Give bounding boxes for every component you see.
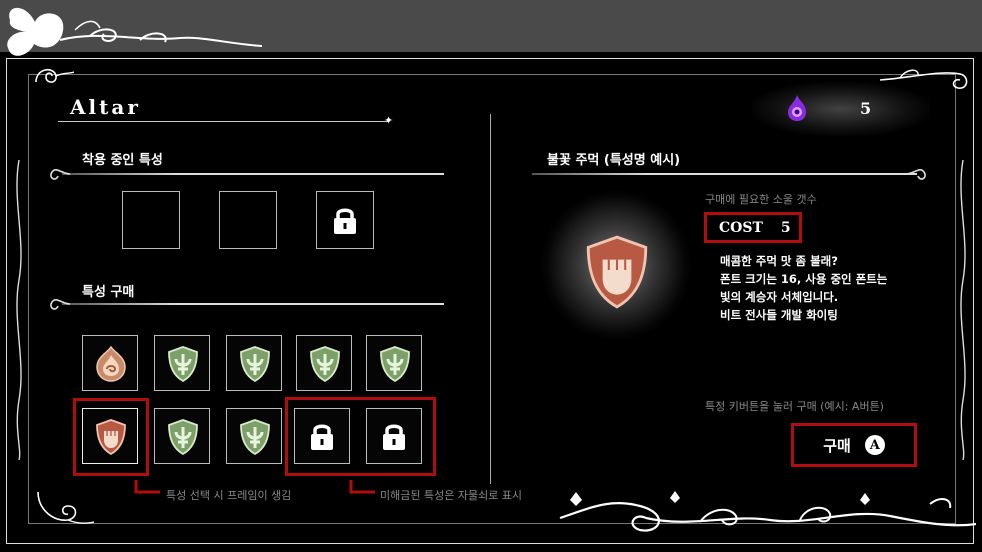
- trait-tile-shield[interactable]: [226, 408, 282, 464]
- trait-description-line: 매콤한 주먹 맛 좀 볼래?: [720, 254, 838, 268]
- trait-tile-shield[interactable]: [154, 335, 210, 391]
- equipped-slot-1[interactable]: [122, 191, 180, 249]
- equipped-slot-3-locked[interactable]: [316, 191, 374, 249]
- green-shield-icon: [240, 346, 270, 383]
- trait-tile-shield[interactable]: [366, 335, 422, 391]
- trait-tile-flame[interactable]: [82, 335, 138, 391]
- buy-button-label: 구매: [823, 436, 851, 455]
- green-shield-icon: [168, 346, 198, 383]
- trait-tile-fist-selected[interactable]: [82, 408, 138, 464]
- detail-section-divider: [532, 173, 917, 175]
- trait-description-line: 빛의 계승자 서체입니다.: [720, 290, 839, 304]
- currency-count: 5: [860, 99, 872, 118]
- locked-trait-note: 미해금된 특성은 자물쇠로 표시: [380, 489, 523, 502]
- lock-icon: [383, 424, 405, 450]
- title-underline: [58, 121, 388, 122]
- selected-frame-note: 특성 선택 시 프레임이 생김: [166, 489, 292, 502]
- green-shield-icon: [380, 346, 410, 383]
- cost-value: 5: [780, 219, 791, 236]
- lock-icon: [311, 424, 333, 450]
- buy-button[interactable]: 구매 A: [791, 423, 917, 467]
- trait-tile-shield[interactable]: [154, 408, 210, 464]
- trait-tile-shield[interactable]: [226, 335, 282, 391]
- green-shield-icon: [240, 419, 270, 456]
- trait-description-line: 폰트 크기는 16, 사용 중인 폰트는: [720, 272, 888, 286]
- a-button-icon: A: [864, 435, 885, 455]
- soul-flame-icon: [788, 95, 806, 121]
- green-shield-icon: [168, 419, 198, 456]
- equipped-slot-2[interactable]: [219, 191, 277, 249]
- cost-label: COST: [719, 219, 763, 236]
- window-title: Altar: [70, 95, 141, 119]
- trait-tile-locked[interactable]: [294, 408, 350, 464]
- equipped-section-divider: [62, 173, 444, 175]
- currency-backdrop: [752, 82, 930, 136]
- flame-crest-icon: [96, 345, 126, 382]
- fist-shield-icon: [96, 419, 126, 456]
- green-shield-icon: [310, 346, 340, 383]
- equipped-section-label: 착용 중인 특성: [82, 153, 163, 168]
- trait-tile-locked[interactable]: [366, 408, 422, 464]
- sparkle-icon: ✦: [384, 114, 394, 127]
- trait-icon-backdrop: [541, 190, 691, 340]
- annotation-arrow-icon: [134, 480, 160, 494]
- lock-icon: [334, 208, 356, 234]
- trait-tile-shield[interactable]: [296, 335, 352, 391]
- shop-section-label: 특성 구매: [82, 285, 135, 300]
- panel-divider: [490, 114, 491, 484]
- shop-section-divider: [62, 303, 444, 305]
- trait-name: 불꽃 주먹 (특성명 예시): [547, 153, 681, 168]
- cost-hint: 구매에 필요한 소울 갯수: [705, 193, 817, 206]
- buy-hint: 특정 키버튼을 눌러 구매 (예시: A버튼): [705, 400, 884, 413]
- trait-description-line: 비트 전사들 개발 화이팅: [720, 308, 838, 322]
- cost-display: COST 5: [704, 212, 802, 243]
- annotation-arrow-icon: [349, 480, 375, 494]
